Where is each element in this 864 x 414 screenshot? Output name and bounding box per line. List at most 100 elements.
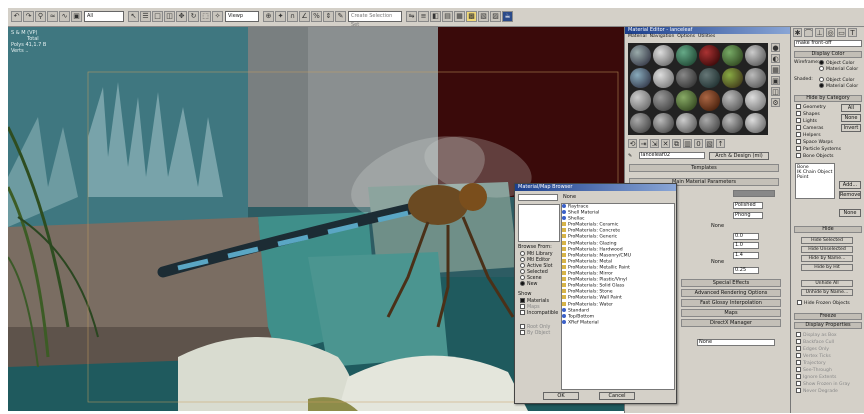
category-space-warps[interactable]: Space Warps — [796, 139, 833, 146]
backlight-icon[interactable]: ◐ — [771, 54, 780, 63]
shaded-material-color-radio[interactable]: Material Color — [819, 83, 858, 90]
schematic-view-icon[interactable]: ▦ — [454, 11, 465, 22]
sample-slot[interactable] — [653, 112, 674, 133]
remove-button[interactable]: Remove — [839, 191, 861, 199]
category-particle-systems[interactable]: Particle Systems — [796, 146, 841, 153]
sample-slot[interactable] — [699, 90, 720, 111]
material-name-field[interactable]: lanceleaf02 — [639, 152, 705, 159]
material-type-list[interactable]: Raytrace Shell Material Shellac ProMaterial… — [561, 203, 675, 390]
sample-slot[interactable] — [699, 112, 720, 133]
sample-slot[interactable] — [630, 67, 651, 88]
move-icon[interactable]: ✥ — [176, 11, 187, 22]
invert-button[interactable]: Invert — [841, 124, 861, 132]
list-item[interactable]: Point — [797, 175, 833, 180]
menu-options[interactable]: Options — [677, 34, 695, 39]
unhide-all-button[interactable]: Unhide All — [801, 280, 853, 287]
add-button[interactable]: Add... — [839, 181, 861, 189]
sample-slot[interactable] — [676, 90, 697, 111]
prop-edges-only[interactable]: Edges Only — [796, 346, 829, 353]
sample-slot[interactable] — [722, 45, 743, 66]
rollout-templates[interactable]: Templates — [629, 164, 779, 172]
list-item[interactable]: XRef Material — [562, 319, 674, 326]
sample-slot[interactable] — [653, 90, 674, 111]
display-color-header[interactable]: Display Color — [794, 51, 862, 58]
diffuse-color-swatch[interactable] — [733, 190, 775, 197]
prop-ignore-extents[interactable]: Ignore Extents — [796, 374, 836, 381]
window-crossing-icon[interactable]: ◫ — [164, 11, 175, 22]
spinner-snap-icon[interactable]: ⇕ — [323, 11, 334, 22]
freeze-header[interactable]: Freeze — [794, 313, 862, 320]
align-icon[interactable]: ≡ — [418, 11, 429, 22]
display-properties-header[interactable]: Display Properties — [794, 322, 862, 329]
prop-show-frozen-gray[interactable]: Show Frozen in Gray — [796, 381, 850, 388]
prop-backface-cull[interactable]: Backface Cull — [796, 339, 834, 346]
category-helpers[interactable]: Helpers — [796, 132, 821, 139]
sample-slot[interactable] — [676, 112, 697, 133]
category-shapes[interactable]: Shapes — [796, 111, 820, 118]
radio-new[interactable]: New — [520, 281, 537, 288]
check-incompatible[interactable]: Incompatible — [520, 310, 558, 317]
selection-filter-dropdown[interactable]: All — [84, 11, 124, 22]
video-check-icon[interactable]: ◫ — [771, 87, 780, 96]
glossiness-spinner[interactable]: 1.0 — [733, 242, 759, 249]
motion-tab-icon[interactable]: ◎ — [826, 28, 835, 37]
pivot-center-icon[interactable]: ⊕ — [263, 11, 274, 22]
none-list-button[interactable]: None — [839, 209, 861, 217]
sample-slot[interactable] — [630, 112, 651, 133]
put-to-library-icon[interactable]: ▥ — [683, 139, 692, 148]
select-by-name-icon[interactable]: ☰ — [140, 11, 151, 22]
rollout-advanced-rendering[interactable]: Advanced Rendering Options — [681, 289, 781, 297]
reflection-spinner[interactable]: 0.0 — [733, 233, 759, 240]
select-manipulate-icon[interactable]: ✦ — [275, 11, 286, 22]
reference-coord-dropdown[interactable]: Viewp — [225, 11, 259, 22]
reset-map-icon[interactable]: ✕ — [661, 139, 670, 148]
rendered-frame-icon[interactable]: ▨ — [490, 11, 501, 22]
shading-dropdown[interactable]: Phong — [733, 212, 763, 219]
category-bone-objects[interactable]: Bone Objects — [796, 153, 834, 160]
hide-frozen-checkbox[interactable]: Hide Frozen Objects — [797, 300, 850, 307]
check-by-object[interactable]: By Object — [520, 330, 550, 337]
category-lights[interactable]: Lights — [796, 118, 817, 125]
snap-toggle-icon[interactable]: ∩ — [287, 11, 298, 22]
rollout-directx[interactable]: DirectX Manager — [681, 319, 781, 327]
category-geometry[interactable]: Geometry — [796, 104, 826, 111]
sample-slot[interactable] — [630, 45, 651, 66]
ior-spinner[interactable]: 1.4 — [733, 252, 759, 259]
make-unique-icon[interactable]: ⧉ — [672, 139, 681, 148]
sample-slot[interactable] — [699, 67, 720, 88]
layer-manager-icon[interactable]: ◧ — [430, 11, 441, 22]
sample-slot[interactable] — [653, 67, 674, 88]
select-filter-icon[interactable]: ▣ — [71, 11, 82, 22]
create-tab-icon[interactable]: ✱ — [793, 28, 802, 37]
prop-vertex-ticks[interactable]: Vertex Ticks — [796, 353, 831, 360]
prop-display-as-box[interactable]: Display as Box — [796, 332, 837, 339]
menu-material[interactable]: Material — [628, 34, 647, 39]
material-id-icon[interactable]: 0 — [694, 139, 703, 148]
render-setup-icon[interactable]: ▧ — [478, 11, 489, 22]
undo-icon[interactable]: ↶ — [11, 11, 22, 22]
background-icon[interactable]: ▦ — [771, 65, 780, 74]
assign-material-icon[interactable]: ⇲ — [650, 139, 659, 148]
sample-slot[interactable] — [676, 45, 697, 66]
finish-dropdown[interactable]: Polished — [733, 202, 763, 209]
material-type-button[interactable]: Arch & Design (mi) — [709, 152, 769, 160]
show-in-viewport-icon[interactable]: ▧ — [705, 139, 714, 148]
cancel-button[interactable]: Cancel — [599, 392, 635, 400]
scale-icon[interactable]: ⬚ — [200, 11, 211, 22]
sample-slot[interactable] — [745, 67, 766, 88]
modify-tab-icon[interactable]: ⌒ — [804, 28, 813, 37]
map-slot-none[interactable]: None — [697, 339, 775, 346]
redo-icon[interactable]: ↷ — [23, 11, 34, 22]
sample-slot[interactable] — [630, 90, 651, 111]
sample-slot[interactable] — [745, 90, 766, 111]
menu-navigation[interactable]: Navigation — [650, 34, 675, 39]
sample-slot[interactable] — [676, 67, 697, 88]
sample-type-icon[interactable]: ● — [771, 43, 780, 52]
rollout-fast-glossy[interactable]: Fast Glossy Interpolation — [681, 299, 781, 307]
hide-by-category-header[interactable]: Hide by Category — [794, 95, 862, 102]
menu-utilities[interactable]: Utilities — [698, 34, 715, 39]
named-selection-set-dropdown[interactable]: Create Selection Set — [348, 11, 402, 28]
all-button[interactable]: All — [841, 104, 861, 112]
rollout-maps[interactable]: Maps — [681, 309, 781, 317]
select-link-icon[interactable]: ⚲ — [35, 11, 46, 22]
